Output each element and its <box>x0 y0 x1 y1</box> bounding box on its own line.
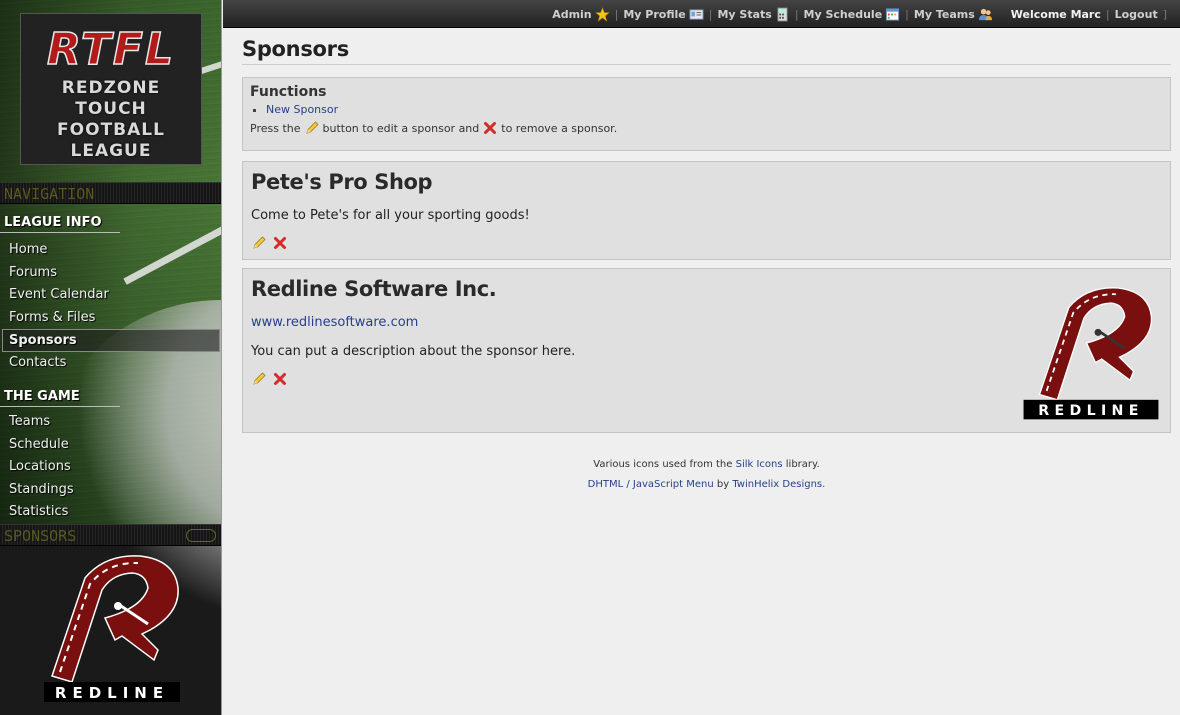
topnav-admin[interactable]: Admin <box>552 6 610 22</box>
edit-pencil-icon[interactable] <box>251 235 267 251</box>
footer-text: Various icons used from the <box>593 459 733 470</box>
topnav-schedule-label: My Schedule <box>803 7 883 21</box>
league-info-heading: LEAGUE INFO <box>0 213 120 233</box>
delete-x-icon[interactable] <box>272 371 288 387</box>
twinhelix-link[interactable]: TwinHelix Designs. <box>732 479 825 490</box>
topnav-my-schedule[interactable]: My Schedule <box>804 7 901 22</box>
toggle-icon[interactable] <box>186 529 216 542</box>
help-suffix: to remove a sponsor. <box>501 121 618 135</box>
id-card-icon <box>689 8 704 20</box>
sidebar-item-teams[interactable]: Teams <box>0 411 221 434</box>
league-info-group: LEAGUE INFO Home Forums Event Calendar F… <box>0 213 221 375</box>
logo-league-name: REDZONE TOUCH FOOTBALL LEAGUE <box>21 78 201 162</box>
footer-text: by <box>716 479 730 490</box>
logo-line-2: TOUCH <box>75 99 147 119</box>
footer-line-2: DHTML / JavaScript Menu by TwinHelix Des… <box>242 475 1171 495</box>
redline-logo-icon: REDLINE <box>1023 287 1159 420</box>
silk-icons-link[interactable]: Silk Icons <box>736 459 783 470</box>
sponsor-actions <box>251 235 1162 251</box>
sponsor-card: Pete's Pro Shop Come to Pete's for all y… <box>242 161 1171 260</box>
dhtml-menu-link[interactable]: DHTML / JavaScript Menu <box>588 479 714 490</box>
the-game-group: THE GAME Teams Schedule Locations Standi… <box>0 387 221 524</box>
league-logo[interactable]: RTFL REDZONE TOUCH FOOTBALL LEAGUE <box>20 13 202 165</box>
footer-text: library. <box>785 459 820 470</box>
logo-line-3: FOOTBALL <box>57 120 165 140</box>
sponsor-name: Pete's Pro Shop <box>251 170 433 194</box>
sponsors-section-bar: SPONSORS <box>0 524 221 546</box>
functions-panel: Functions New Sponsor Press the button t… <box>242 77 1171 151</box>
help-middle: button to edit a sponsor and <box>322 121 480 135</box>
navigation-bar-label: NAVIGATION <box>4 185 95 203</box>
pencil-icon <box>305 121 319 134</box>
topnav-my-teams[interactable]: My Teams <box>914 7 993 22</box>
delete-x-icon[interactable] <box>272 235 288 251</box>
list-item: New Sponsor <box>266 103 1163 116</box>
calculator-icon <box>777 6 788 22</box>
delete-x-icon <box>484 122 497 134</box>
sidebar-item-locations[interactable]: Locations <box>0 456 221 479</box>
main-content: Sponsors Functions New Sponsor Press the… <box>242 28 1171 495</box>
functions-help-text: Press the button to edit a sponsor and t… <box>250 120 1163 136</box>
edit-pencil-icon[interactable] <box>251 371 267 387</box>
sidebar: RTFL REDZONE TOUCH FOOTBALL LEAGUE NAVIG… <box>0 0 222 715</box>
calendar-icon <box>886 7 900 21</box>
sidebar-item-contacts[interactable]: Contacts <box>0 352 221 375</box>
sidebar-item-sponsors[interactable]: Sponsors <box>2 329 220 352</box>
top-bar: Admin | My Profile | My Stats | My Sched… <box>223 0 1180 28</box>
page-title: Sponsors <box>242 37 1171 65</box>
sponsor-description: Come to Pete's for all your sporting goo… <box>251 208 530 223</box>
footer: Various icons used from the Silk Icons l… <box>242 455 1171 495</box>
sidebar-item-home[interactable]: Home <box>0 239 221 262</box>
topnav-my-profile[interactable]: My Profile <box>623 7 704 22</box>
sponsor-card: Redline Software Inc. www.redlinesoftwar… <box>242 268 1171 433</box>
new-sponsor-link[interactable]: New Sponsor <box>266 103 338 116</box>
logo-line-1: REDZONE <box>61 78 161 98</box>
topnav-teams-label: My Teams <box>913 7 975 21</box>
the-game-heading: THE GAME <box>0 387 120 407</box>
sponsor-logo-text: REDLINE <box>1038 403 1144 419</box>
navigation-section-bar: NAVIGATION <box>0 182 221 204</box>
help-prefix: Press the <box>250 121 301 135</box>
functions-list: New Sponsor <box>266 103 1163 116</box>
sidebar-item-forums[interactable]: Forums <box>0 262 221 285</box>
logo-abbr: RTFL <box>46 24 175 75</box>
logout-link[interactable]: Logout <box>1115 8 1158 21</box>
sponsors-bar-label: SPONSORS <box>4 527 77 545</box>
footer-line-1: Various icons used from the Silk Icons l… <box>242 455 1171 475</box>
sidebar-item-schedule[interactable]: Schedule <box>0 434 221 457</box>
sidebar-item-event-calendar[interactable]: Event Calendar <box>0 284 221 307</box>
sidebar-logo-text: REDLINE <box>55 684 169 702</box>
sidebar-sponsor-logo[interactable]: REDLINE <box>30 548 190 706</box>
user-group-icon <box>978 8 992 20</box>
redline-logo-icon: REDLINE <box>44 555 180 702</box>
top-navigation: Admin | My Profile | My Stats | My Sched… <box>552 6 1167 22</box>
sponsor-logo[interactable]: REDLINE <box>1020 275 1162 427</box>
sidebar-item-standings[interactable]: Standings <box>0 479 221 502</box>
topnav-admin-label: Admin <box>552 7 592 21</box>
topnav-my-stats[interactable]: My Stats <box>717 6 789 22</box>
star-icon <box>594 6 610 22</box>
topnav-stats-label: My Stats <box>717 7 772 21</box>
topnav-profile-label: My Profile <box>623 7 686 21</box>
welcome-text: Welcome Marc <box>1010 7 1101 21</box>
sidebar-item-statistics[interactable]: Statistics <box>0 501 221 524</box>
functions-heading: Functions <box>250 84 327 100</box>
sidebar-item-forms-files[interactable]: Forms & Files <box>0 307 221 330</box>
logo-line-4: LEAGUE <box>70 141 152 161</box>
